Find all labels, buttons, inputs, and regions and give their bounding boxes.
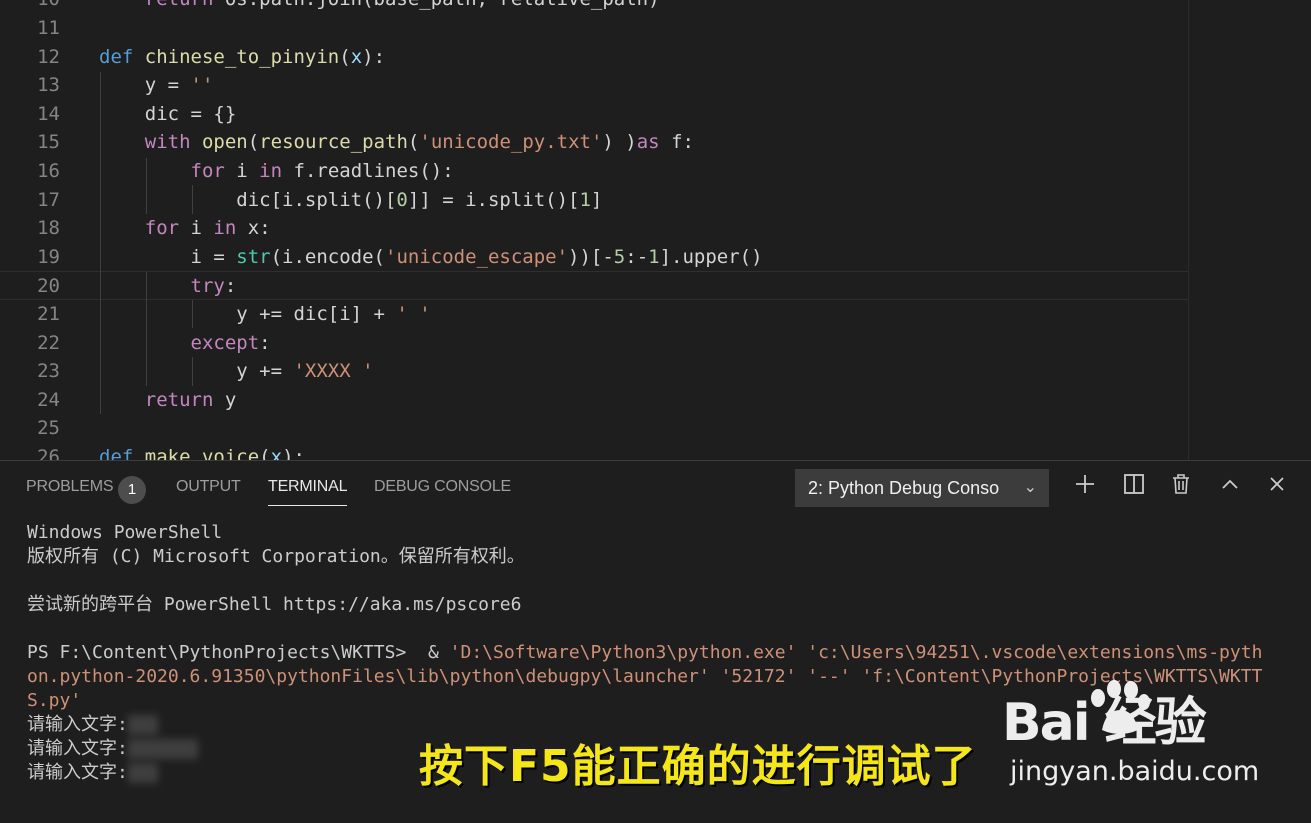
input-prompt: 请输入文字: bbox=[27, 762, 128, 783]
code-line[interactable]: 16 for i in f.readlines(): bbox=[0, 157, 1188, 186]
input-prompt: 请输入文字: bbox=[27, 738, 128, 759]
code-text: return os.path.join(base_path, relative_… bbox=[99, 0, 660, 14]
input-prompt: 请输入文字: bbox=[27, 714, 128, 735]
code-line[interactable]: 19 i = str(i.encode('unicode_escape'))[-… bbox=[0, 243, 1188, 272]
line-number: 25 bbox=[37, 417, 60, 440]
code-editor[interactable]: 10 return os.path.join(base_path, relati… bbox=[0, 0, 1311, 460]
terminal-command: 'D:\Software\Python3\python.exe' 'c:\Use… bbox=[449, 642, 1263, 663]
code-text: with open(resource_path('unicode_py.txt'… bbox=[144, 131, 694, 154]
code-text: y += dic[i] + ' ' bbox=[99, 303, 431, 325]
line-number: 15 bbox=[37, 131, 60, 154]
tab-debug-console[interactable]: DEBUG CONSOLE bbox=[374, 478, 511, 496]
line-number: 14 bbox=[37, 102, 60, 125]
terminal-prompt: PS F:\Content\PythonProjects\WKTTS> & bbox=[27, 642, 450, 663]
line-number: 20 bbox=[37, 275, 60, 298]
line-number: 11 bbox=[37, 17, 60, 39]
video-caption: 按下F5能正确的进行调试了 bbox=[419, 741, 977, 792]
code-line[interactable]: 10 return os.path.join(base_path, relati… bbox=[0, 0, 1188, 14]
code-line[interactable]: 18 for i in x: bbox=[0, 214, 1188, 243]
code-line[interactable]: 15 with open(resource_path('unicode_py.t… bbox=[0, 128, 1188, 157]
code-text: dic[i.split()[0]] = i.split()[1] bbox=[99, 188, 603, 211]
code-text: dic = {} bbox=[99, 102, 237, 125]
split-icon[interactable] bbox=[1121, 473, 1147, 501]
code-text: y += 'XXXX ' bbox=[99, 360, 374, 383]
code-text: return y bbox=[144, 388, 237, 411]
line-number: 13 bbox=[37, 74, 60, 97]
chevron-down-icon: ⌄ bbox=[1023, 479, 1037, 496]
indent-guide bbox=[192, 300, 193, 328]
code-line[interactable]: 23 y += 'XXXX ' bbox=[0, 357, 1188, 386]
indent-guide bbox=[192, 185, 193, 214]
tab-problems[interactable]: PROBLEMS bbox=[26, 478, 114, 496]
code-line[interactable]: 24 return y bbox=[0, 386, 1188, 415]
line-number: 17 bbox=[37, 188, 60, 211]
code-text: except: bbox=[190, 331, 271, 354]
terminal-line: Windows PowerShell bbox=[27, 522, 223, 543]
trash-icon[interactable] bbox=[1168, 473, 1194, 501]
line-number: 24 bbox=[37, 388, 60, 411]
line-number: 26 bbox=[37, 446, 60, 460]
code-text: y = '' bbox=[99, 74, 214, 97]
line-number: 21 bbox=[37, 303, 60, 325]
indent-guide bbox=[146, 158, 147, 214]
code-text: i = str(i.encode('unicode_escape'))[-5:-… bbox=[99, 245, 763, 268]
indent-guide bbox=[146, 272, 147, 386]
chevron-up-icon[interactable] bbox=[1217, 473, 1243, 501]
watermark-url: jingyan.baidu.com bbox=[1010, 756, 1260, 787]
code-line[interactable]: 13 y = '' bbox=[0, 71, 1188, 100]
code-line[interactable]: 21 y += dic[i] + ' ' bbox=[0, 300, 1188, 329]
tab-output[interactable]: OUTPUT bbox=[176, 478, 241, 496]
line-number: 12 bbox=[37, 45, 60, 68]
line-number: 19 bbox=[37, 245, 60, 268]
code-line[interactable]: 25 bbox=[0, 414, 1188, 443]
tab-terminal[interactable]: TERMINAL bbox=[268, 478, 348, 506]
line-number: 22 bbox=[37, 331, 60, 354]
minimap-area[interactable] bbox=[1188, 0, 1311, 460]
line-number: 10 bbox=[0, 0, 60, 14]
code-line[interactable]: 17 dic[i.split()[0]] = i.split()[1] bbox=[0, 186, 1188, 215]
problems-count-badge: 1 bbox=[118, 476, 146, 504]
terminal-select[interactable]: 2: Python Debug Conso ⌄ bbox=[795, 469, 1049, 507]
code-text: def make_voice(x): bbox=[99, 446, 305, 460]
terminal-select-value: 2: Python Debug Conso bbox=[808, 478, 1000, 498]
code-text: def chinese_to_pinyin(x): bbox=[99, 45, 386, 68]
blurred-text bbox=[127, 715, 158, 735]
code-line[interactable]: 26 def make_voice(x): bbox=[0, 443, 1188, 460]
line-number: 18 bbox=[37, 217, 60, 240]
line-number: 23 bbox=[37, 360, 60, 383]
code-line[interactable]: 14 dic = {} bbox=[0, 100, 1188, 129]
code-line[interactable]: 11 bbox=[0, 14, 1188, 43]
terminal-command-cont: S.py' bbox=[27, 690, 82, 711]
watermark-brand: Bai 经验 bbox=[1002, 693, 1207, 753]
panel-tabs: PROBLEMS 1 OUTPUT TERMINAL DEBUG CONSOLE… bbox=[0, 461, 1311, 513]
code-text: for i in x: bbox=[144, 217, 271, 240]
terminal-line: 尝试新的跨平台 PowerShell https://aka.ms/pscore… bbox=[27, 594, 522, 615]
code-text: try: bbox=[190, 275, 237, 298]
baidu-jingyan-watermark: Bai 经验 jingyan.baidu.com bbox=[1002, 680, 1302, 790]
blurred-text bbox=[127, 739, 198, 759]
code-line[interactable]: 12 def chinese_to_pinyin(x): bbox=[0, 43, 1188, 72]
blurred-text bbox=[127, 763, 158, 783]
code-line[interactable]: 20 try: bbox=[0, 271, 1188, 300]
code-line[interactable]: 22 except: bbox=[0, 329, 1188, 358]
indent-guide bbox=[192, 357, 193, 386]
plus-icon[interactable] bbox=[1072, 473, 1098, 501]
code-text: for i in f.readlines(): bbox=[190, 160, 454, 182]
line-number: 16 bbox=[37, 160, 60, 182]
indent-guide bbox=[100, 72, 101, 414]
close-icon[interactable] bbox=[1264, 473, 1290, 501]
terminal-line: 版权所有 (C) Microsoft Corporation。保留所有权利。 bbox=[27, 546, 525, 567]
